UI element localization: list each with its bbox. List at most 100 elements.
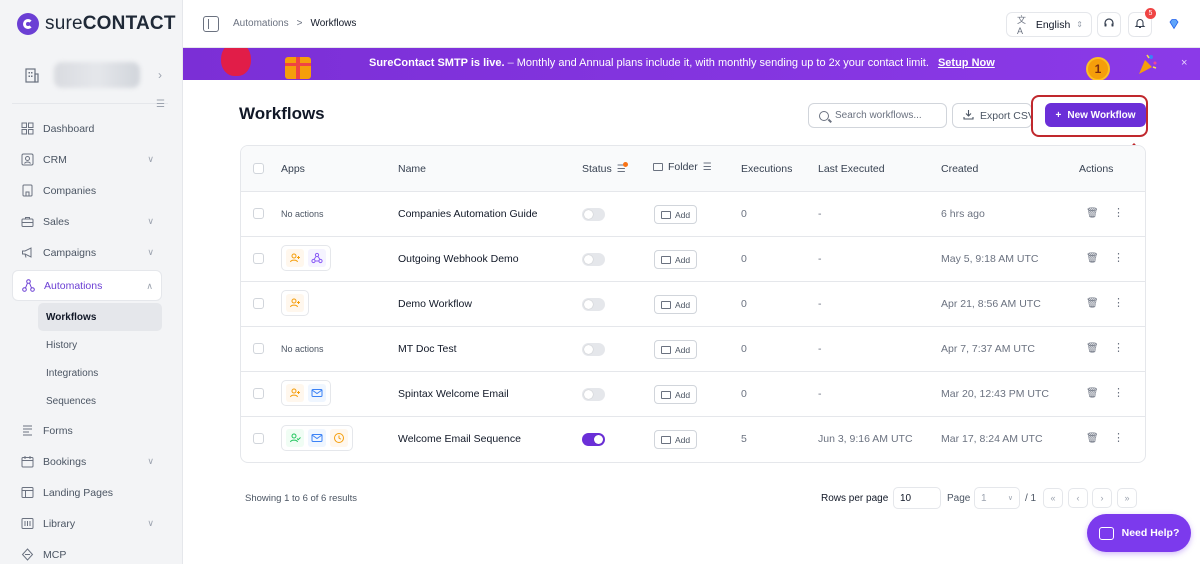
sidebar-item-mcp[interactable]: MCP [12,539,162,564]
status-toggle[interactable] [582,388,605,401]
next-page-button[interactable]: › [1092,488,1112,508]
sidebar-subitem-sequences[interactable]: Sequences [12,387,162,415]
trash-icon[interactable]: 🗑 [1086,343,1099,354]
trash-icon[interactable]: 🗑 [1086,388,1099,399]
workflow-name[interactable]: Spintax Welcome Email [398,388,509,400]
brand-logo[interactable]: sureCONTACT [17,13,176,35]
filter-icon[interactable]: ☰ [617,161,628,175]
need-help-button[interactable]: Need Help? [1087,514,1191,552]
workflow-name[interactable]: Demo Workflow [398,298,472,310]
workflow-name[interactable]: MT Doc Test [398,343,457,355]
add-folder-button[interactable]: Add [654,340,697,359]
table-row[interactable]: Welcome Email Sequence Add 5 Jun 3, 9:16… [241,417,1145,462]
sidebar-item-dashboard[interactable]: Dashboard [12,113,162,144]
status-toggle[interactable] [582,253,605,266]
sidebar-subitem-history[interactable]: History [12,331,162,359]
column-folder[interactable]: Folder ☰ [653,161,712,173]
column-status[interactable]: Status ☰ [582,161,628,175]
sidebar-item-sales[interactable]: Sales ∨ [12,206,162,237]
previous-page-button[interactable]: ‹ [1068,488,1088,508]
sidebar-item-label: MCP [43,548,67,561]
executions-count: 0 [741,298,747,310]
sidebar-item-label: Landing Pages [43,486,114,499]
table-row[interactable]: Spintax Welcome Email Add 0 - Mar 20, 12… [241,372,1145,417]
trash-icon[interactable]: 🗑 [1086,433,1099,444]
page-select[interactable]: 1 ∨ [974,487,1020,509]
breadcrumb-parent[interactable]: Automations [233,18,289,29]
status-toggle[interactable] [582,208,605,221]
more-options-icon[interactable]: ⋮ [1113,208,1124,219]
language-value: English [1035,18,1071,31]
more-options-icon[interactable]: ⋮ [1113,253,1124,264]
folder-icon [660,300,671,309]
last-page-button[interactable]: » [1117,488,1137,508]
trash-icon[interactable]: 🗑 [1086,208,1099,219]
notifications-button[interactable]: 5 [1128,8,1156,37]
language-selector[interactable]: 文A English ⇕ [1006,12,1092,37]
row-checkbox[interactable] [253,253,264,264]
crm-icon [20,152,35,167]
row-checkbox[interactable] [253,343,264,354]
sidebar-item-campaigns[interactable]: Campaigns ∨ [12,237,162,268]
filter-icon[interactable]: ☰ [703,162,712,173]
more-options-icon[interactable]: ⋮ [1113,433,1124,444]
add-folder-button[interactable]: Add [654,430,697,449]
sidebar-toggle-icon[interactable] [203,16,219,32]
page-title: Workflows [239,104,325,123]
search-input[interactable] [835,110,935,121]
add-folder-button[interactable]: Add [654,205,697,224]
status-toggle[interactable] [582,343,605,356]
export-csv-button[interactable]: Export CSV [952,103,1032,128]
more-options-icon[interactable]: ⋮ [1113,343,1124,354]
select-all-checkbox[interactable] [253,163,264,174]
sidebar-item-library[interactable]: Library ∨ [12,508,162,539]
sidebar-subitem-workflows[interactable]: Workflows [38,303,162,331]
table-row[interactable]: Outgoing Webhook Demo Add 0 - May 5, 9:1… [241,237,1145,282]
row-checkbox[interactable] [253,388,264,399]
workflow-name[interactable]: Outgoing Webhook Demo [398,253,519,265]
sidebar-item-bookings[interactable]: Bookings ∨ [12,446,162,477]
add-folder-button[interactable]: Add [654,250,697,269]
more-options-icon[interactable]: ⋮ [1113,388,1124,399]
status-toggle[interactable] [582,298,605,311]
organization-switcher[interactable]: › [12,55,168,95]
workflow-name[interactable]: Companies Automation Guide [398,208,538,220]
sidebar-item-forms[interactable]: Forms [12,415,162,446]
annotation-highlight-box [1031,95,1148,137]
sidebar-item-landing-pages[interactable]: Landing Pages [12,477,162,508]
sidebar-item-crm[interactable]: CRM ∨ [12,144,162,175]
support-button[interactable] [1097,12,1121,37]
table-row[interactable]: No actions Companies Automation Guide Ad… [241,192,1145,237]
executions-count: 5 [741,433,747,445]
diamond-icon[interactable] [1168,18,1180,30]
status-toggle[interactable] [582,433,605,446]
table-header: Apps Name Status ☰ Folder ☰ Executions L… [241,146,1145,192]
sidebar-subitem-integrations[interactable]: Integrations [12,359,162,387]
more-options-icon[interactable]: ⋮ [1113,298,1124,309]
banner-setup-link[interactable]: Setup Now [938,57,995,69]
sidebar-item-automations[interactable]: Automations ∧ [12,270,162,301]
sidebar-item-companies[interactable]: Companies [12,175,162,206]
trash-icon[interactable]: 🗑 [1086,253,1099,264]
sidebar: sureCONTACT › ☰ Dashboard CRM ∨ Companie… [0,0,181,564]
row-checkbox[interactable] [253,208,264,219]
workflow-name[interactable]: Welcome Email Sequence [398,433,521,445]
table-row[interactable]: Demo Workflow Add 0 - Apr 21, 8:56 AM UT… [241,282,1145,327]
notification-badge: 5 [1145,8,1156,19]
trash-icon[interactable]: 🗑 [1086,298,1099,309]
first-page-button[interactable]: « [1043,488,1063,508]
row-checkbox[interactable] [253,298,264,309]
search-field[interactable] [808,103,947,128]
add-folder-button[interactable]: Add [654,295,697,314]
close-icon[interactable]: × [1181,57,1187,69]
sidebar-item-label: Forms [43,424,73,437]
add-folder-label: Add [674,344,691,355]
add-folder-label: Add [674,434,691,445]
building-icon [20,183,35,198]
row-checkbox[interactable] [253,433,264,444]
add-folder-button[interactable]: Add [654,385,697,404]
filter-icon[interactable]: ☰ [156,99,165,110]
sidebar-subitem-label: History [46,339,78,351]
table-row[interactable]: No actions MT Doc Test Add 0 - Apr 7, 7:… [241,327,1145,372]
rows-per-page-select[interactable]: 10 [893,487,941,509]
